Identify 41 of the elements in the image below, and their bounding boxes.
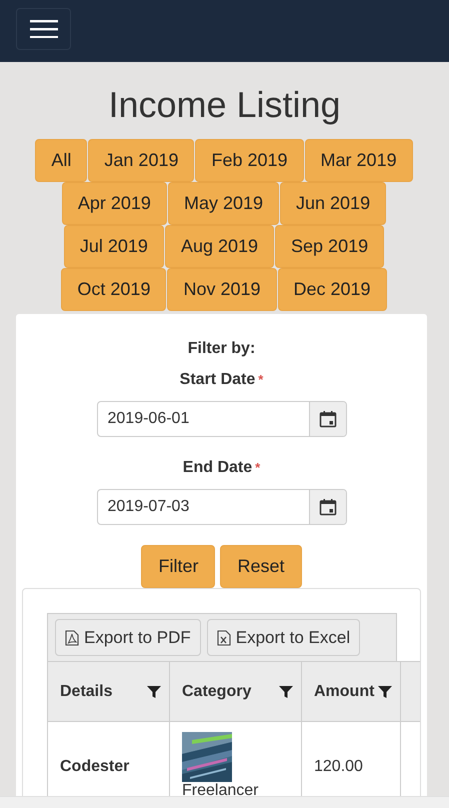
calendar-icon: [318, 498, 336, 516]
month-button[interactable]: May 2019: [168, 182, 280, 225]
month-button[interactable]: Nov 2019: [167, 268, 277, 311]
menu-button[interactable]: [16, 8, 71, 50]
month-button[interactable]: Feb 2019: [195, 139, 304, 182]
page-title: Income Listing: [107, 85, 342, 125]
month-button[interactable]: Jul 2019: [64, 225, 164, 268]
menu-icon: [30, 20, 58, 38]
month-button[interactable]: Jun 2019: [280, 182, 386, 225]
month-button[interactable]: Apr 2019: [62, 182, 167, 225]
required-mark: *: [258, 372, 264, 387]
month-button[interactable]: Mar 2019: [304, 139, 413, 182]
reset-button[interactable]: Reset: [220, 545, 302, 588]
date-field[interactable]: 2019-06-01: [96, 401, 346, 437]
category-label: Freelancer: [182, 782, 260, 800]
export-button[interactable]: Export to Excel: [206, 619, 360, 656]
pdf-file-icon: [65, 630, 79, 646]
month-button[interactable]: Jan 2019: [88, 139, 194, 182]
calendar-button[interactable]: [308, 402, 346, 436]
column-header[interactable]: Category: [170, 662, 302, 722]
required-mark: *: [255, 460, 260, 475]
month-button[interactable]: Aug 2019: [164, 225, 274, 268]
filter-icon[interactable]: [378, 684, 392, 698]
scrollbar[interactable]: [0, 796, 449, 808]
filter-icon[interactable]: [147, 684, 161, 698]
calendar-button[interactable]: [308, 490, 346, 524]
filter-button[interactable]: Filter: [141, 545, 216, 588]
calendar-icon: [318, 410, 336, 428]
field-label: Start Date: [180, 371, 256, 388]
excel-file-icon: [216, 630, 231, 646]
filter-icon[interactable]: [279, 684, 293, 698]
filter-heading: Filter by:: [186, 339, 256, 359]
field-label: End Date: [182, 459, 252, 476]
export-button[interactable]: Export to PDF: [55, 619, 201, 656]
month-button[interactable]: Oct 2019: [61, 268, 166, 311]
date-field[interactable]: 2019-07-03: [96, 489, 346, 525]
column-header[interactable]: Details: [48, 662, 170, 722]
month-button[interactable]: All: [35, 139, 88, 182]
month-button[interactable]: Dec 2019: [278, 268, 387, 311]
month-button[interactable]: Sep 2019: [275, 225, 384, 268]
column-header[interactable]: Amount: [302, 662, 401, 722]
